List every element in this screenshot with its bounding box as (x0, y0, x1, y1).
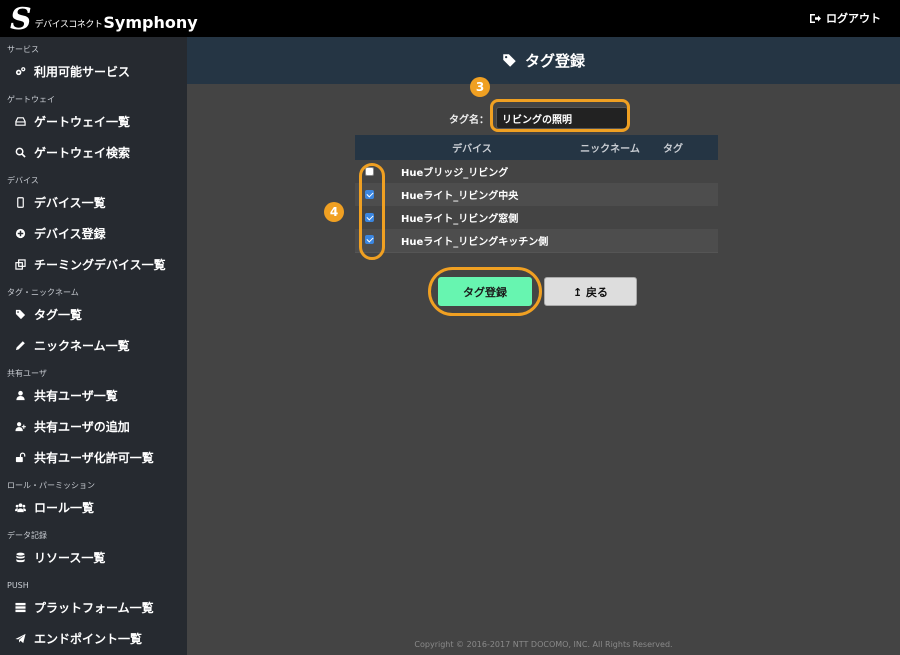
cogs-icon (14, 66, 26, 78)
device-column-header: デバイス (383, 135, 561, 160)
table-row: Hueライト_リビングキッチン側 (355, 229, 718, 253)
page-header: タグ登録 (187, 37, 900, 84)
sidebar-item-available-services[interactable]: 利用可能サービス (0, 56, 187, 87)
sidebar-item-role-list[interactable]: ロール一覧 (0, 492, 187, 523)
server-icon (14, 602, 26, 614)
annotation-badge-3: 3 (470, 77, 490, 97)
device-name-cell: Hueライト_リビングキッチン側 (383, 229, 718, 253)
sidebar-section-title: ゲートウェイ (7, 95, 55, 104)
sidebar-item-label: エンドポイント一覧 (34, 632, 143, 646)
nickname-column-header: ニックネーム (561, 135, 659, 160)
annotation-badge-4: 4 (324, 202, 344, 222)
sidebar: サービス 利用可能サービス ゲートウェイ ゲートウェイ一覧 ゲートウェイ検索 デ… (0, 37, 187, 655)
sidebar-item-label: ゲートウェイ検索 (34, 146, 131, 160)
sidebar-section-title: 共有ユーザ (7, 369, 47, 378)
tag-icon (503, 54, 516, 67)
unlock-icon (14, 452, 26, 464)
sidebar-item-label: プラットフォーム一覧 (34, 601, 154, 615)
app-logo[interactable]: S デバイスコネクト Symphony (10, 3, 198, 35)
sidebar-item-label: タグ一覧 (34, 308, 83, 322)
sidebar-item-label: 共有ユーザの追加 (34, 420, 130, 434)
page-title: タグ登録 (524, 52, 585, 70)
device-name-cell: Hueライト_リビング中央 (383, 183, 718, 206)
sidebar-item-label: チーミングデバイス一覧 (34, 258, 166, 272)
main-content: タグ登録 3 タグ名： 4 デバイス ニックネーム タグ Hueブリッジ_リビン… (187, 37, 900, 655)
sidebar-item-label: ゲートウェイ一覧 (34, 115, 131, 129)
sidebar-item-label: デバイス一覧 (34, 196, 106, 210)
user-plus-icon (14, 421, 26, 433)
clone-icon (14, 259, 26, 271)
device-name-cell: Hueブリッジ_リビング (383, 160, 718, 183)
device-table: デバイス ニックネーム タグ Hueブリッジ_リビング Hueライト_リビング中… (355, 135, 718, 253)
sidebar-section-title: ロール・パーミッション (7, 481, 95, 490)
sidebar-item-teaming-device-list[interactable]: チーミングデバイス一覧 (0, 249, 187, 280)
back-button[interactable]: ↥ 戻る (544, 277, 637, 306)
tags-icon (14, 309, 26, 321)
sidebar-item-platform-list[interactable]: プラットフォーム一覧 (0, 592, 187, 623)
sidebar-item-add-shared-user[interactable]: 共有ユーザの追加 (0, 411, 187, 442)
sidebar-item-resource-list[interactable]: リソース一覧 (0, 542, 187, 573)
sidebar-item-endpoint-list[interactable]: エンドポイント一覧 (0, 623, 187, 654)
users-icon (14, 502, 26, 514)
sidebar-item-shared-user-permission-list[interactable]: 共有ユーザ化許可一覧 (0, 442, 187, 473)
top-bar: S デバイスコネクト Symphony ログアウト (0, 0, 900, 37)
register-tag-button[interactable]: タグ登録 (438, 277, 532, 306)
device-name-cell: Hueライト_リビング窓側 (383, 206, 718, 229)
sidebar-item-tag-list[interactable]: タグ一覧 (0, 299, 187, 330)
sidebar-section-title: デバイス (7, 176, 39, 185)
sidebar-item-label: デバイス登録 (34, 227, 106, 241)
user-icon (14, 390, 26, 402)
logout-label: ログアウト (826, 12, 881, 25)
paper-plane-icon (14, 633, 26, 645)
sidebar-section-title: データ記録 (7, 531, 47, 540)
sidebar-section-title: PUSH (7, 581, 29, 590)
sidebar-item-label: 利用可能サービス (34, 65, 131, 79)
sidebar-item-device-register[interactable]: デバイス登録 (0, 218, 187, 249)
hdd-icon (14, 116, 26, 128)
sidebar-item-label: 共有ユーザ化許可一覧 (34, 451, 154, 465)
logo-mark: S (10, 2, 32, 37)
pencil-icon (14, 340, 26, 352)
tag-column-header: タグ (659, 135, 718, 160)
table-row: Hueブリッジ_リビング (355, 160, 718, 183)
table-row: Hueライト_リビング中央 (355, 183, 718, 206)
tag-name-label: タグ名： (449, 115, 489, 126)
logo-subtitle: デバイスコネクト (34, 20, 103, 30)
database-icon (14, 552, 26, 564)
table-row: Hueライト_リビング窓側 (355, 206, 718, 229)
sidebar-item-shared-user-list[interactable]: 共有ユーザ一覧 (0, 380, 187, 411)
sidebar-item-label: ロール一覧 (34, 501, 95, 515)
sidebar-item-label: ニックネーム一覧 (34, 339, 130, 353)
plus-circle-icon (14, 228, 26, 240)
select-column-header (355, 135, 383, 160)
logout-link[interactable]: ログアウト (809, 10, 881, 26)
sidebar-item-nickname-list[interactable]: ニックネーム一覧 (0, 330, 187, 361)
sign-out-icon (810, 13, 821, 23)
logo-title: Symphony (103, 13, 198, 32)
table-header-row: デバイス ニックネーム タグ (355, 135, 718, 160)
sidebar-section-title: サービス (7, 45, 39, 54)
sidebar-item-gateway-list[interactable]: ゲートウェイ一覧 (0, 106, 187, 137)
sidebar-item-gateway-search[interactable]: ゲートウェイ検索 (0, 137, 187, 168)
sidebar-section-title: タグ・ニックネーム (7, 288, 79, 297)
sidebar-item-device-list[interactable]: デバイス一覧 (0, 187, 187, 218)
copyright-footer: Copyright © 2016-2017 NTT DOCOMO, INC. A… (414, 640, 673, 649)
mobile-icon (14, 197, 26, 209)
sidebar-item-label: リソース一覧 (34, 551, 106, 565)
search-icon (14, 147, 26, 159)
highlight-checkboxes (359, 163, 385, 260)
sidebar-item-label: 共有ユーザ一覧 (34, 389, 118, 403)
highlight-tag-input (490, 99, 630, 132)
